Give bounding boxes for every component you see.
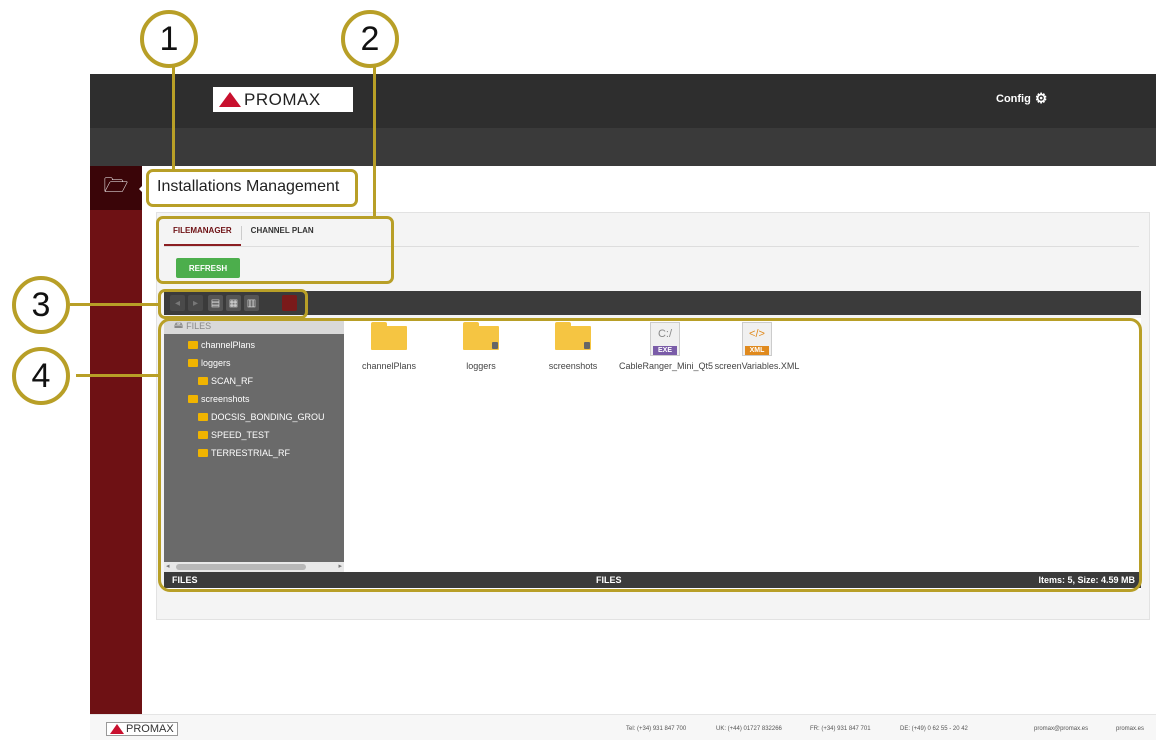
footer-web-link[interactable]: promax.es — [1116, 726, 1144, 732]
sidebar: 🗁 — [90, 166, 144, 714]
footer: PROMAX Tel: (+34) 931 847 700 UK: (+44) … — [90, 714, 1156, 740]
active-indicator — [139, 184, 144, 194]
sidebar-item-installations[interactable]: 🗁 — [90, 166, 144, 210]
footer-phone-uk: UK: (+44) 01727 832266 — [716, 726, 782, 732]
footer-logo-text: PROMAX — [126, 723, 174, 735]
callout-box-3 — [158, 289, 308, 319]
callout-box-1 — [146, 169, 358, 207]
callout-leader-2 — [373, 64, 376, 217]
callout-number-4: 4 — [12, 347, 70, 405]
callout-number-2: 2 — [341, 10, 399, 68]
callout-leader-4 — [76, 374, 158, 377]
callout-leader-3 — [70, 303, 158, 306]
callout-leader-1 — [172, 64, 175, 170]
callout-box-4 — [158, 318, 1142, 592]
sub-header — [90, 128, 1156, 166]
config-button[interactable]: Config ⚙ — [996, 90, 1047, 107]
callout-number-3: 3 — [12, 276, 70, 334]
config-label: Config — [996, 92, 1031, 105]
logo-text: PROMAX — [244, 89, 321, 109]
footer-email-link[interactable]: promax@promax.es — [1034, 726, 1088, 732]
footer-phone-fr: FR: (+34) 931 847 701 — [810, 726, 871, 732]
footer-phone-de: DE: (+49) 0 62 55 - 20 42 — [900, 726, 968, 732]
gear-icon: ⚙ — [1034, 90, 1048, 106]
logo-triangle-icon — [110, 724, 124, 734]
callout-box-2 — [156, 216, 394, 284]
footer-phone-es: Tel: (+34) 931 847 700 — [626, 726, 687, 732]
promax-logo[interactable]: PROMAX — [213, 87, 353, 112]
callout-number-1: 1 — [140, 10, 198, 68]
footer-logo[interactable]: PROMAX — [106, 722, 178, 736]
file-toolbar: ◂ ▸ ▤ ▦ ▥ — [164, 291, 1141, 315]
folder-open-icon: 🗁 — [103, 175, 129, 197]
logo-triangle-icon — [219, 92, 241, 107]
